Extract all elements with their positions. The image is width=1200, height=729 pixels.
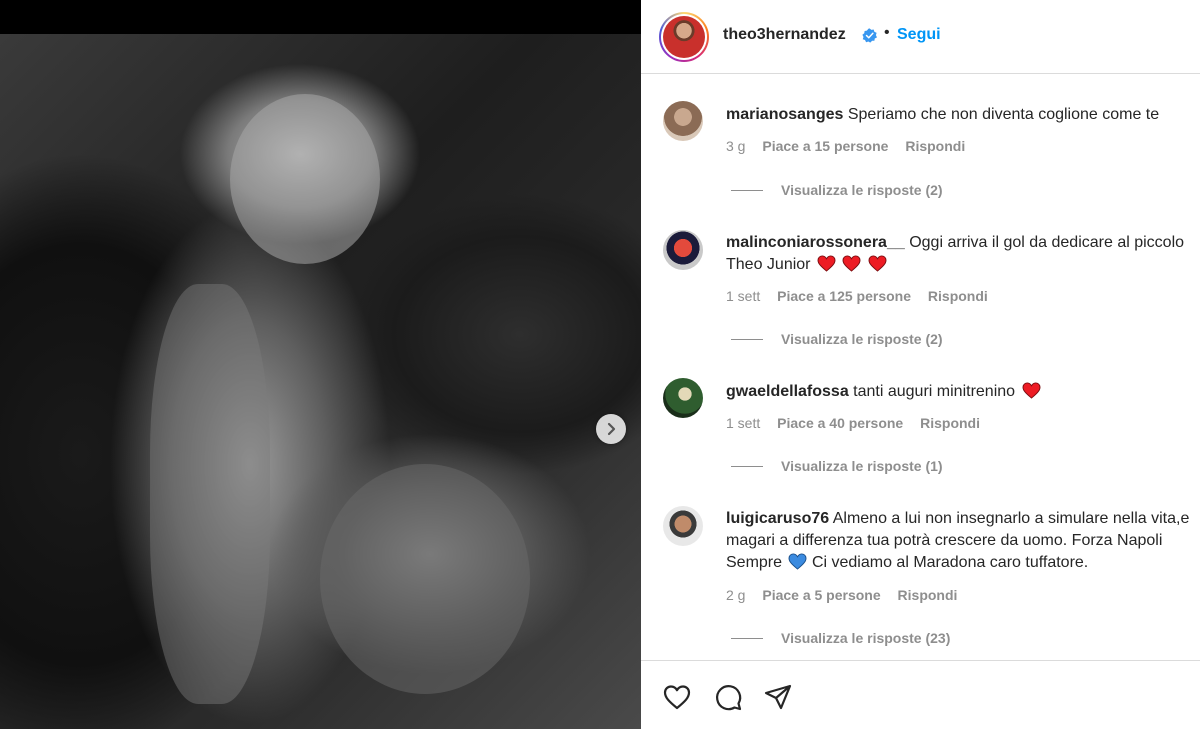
- view-replies-button[interactable]: Visualizza le risposte (2): [731, 331, 943, 347]
- divider-line: [731, 637, 763, 639]
- comment-text: tanti auguri minitrenino: [853, 383, 1016, 400]
- comment-likes[interactable]: Piace a 40 persone: [777, 415, 903, 431]
- comment-meta: 1 sett Piace a 40 persone Rispondi: [726, 415, 993, 431]
- post-media: [0, 0, 641, 729]
- comment-text-block: malinconiarossonera__ Oggi arriva il gol…: [726, 232, 1200, 276]
- photo-head-shape: [320, 464, 530, 694]
- comment-meta: 1 sett Piace a 125 persone Rispondi: [726, 288, 1001, 304]
- reply-button[interactable]: Rispondi: [905, 138, 965, 154]
- follow-button[interactable]: Segui: [897, 26, 941, 44]
- view-replies-button[interactable]: Visualizza le risposte (1): [731, 458, 943, 474]
- divider-line: [731, 189, 763, 191]
- comment-time: 1 sett: [726, 288, 761, 304]
- comment-username[interactable]: gwaeldellafossa: [726, 383, 849, 400]
- post-actions-bar: [641, 660, 1200, 729]
- divider-line: [731, 465, 763, 467]
- view-replies-label: Visualizza le risposte (23): [781, 630, 951, 646]
- reply-button[interactable]: Rispondi: [928, 288, 988, 304]
- comment-bubble-icon[interactable]: [713, 682, 743, 712]
- comment-likes[interactable]: Piace a 5 persone: [762, 587, 880, 603]
- author-username[interactable]: theo3hernandez: [723, 26, 846, 44]
- comment-likes[interactable]: Piace a 15 persone: [762, 138, 888, 154]
- heart-outline-icon[interactable]: [662, 682, 692, 712]
- commenter-avatar[interactable]: [663, 378, 703, 418]
- divider-line: [731, 338, 763, 340]
- commenter-avatar[interactable]: [663, 506, 703, 546]
- post-photo: [0, 34, 641, 729]
- comment-username[interactable]: marianosanges: [726, 106, 843, 123]
- comment-text-continued: Ci vediamo al Maradona caro tuffatore.: [811, 554, 1089, 571]
- verified-badge-icon: [862, 28, 877, 43]
- author-avatar[interactable]: [659, 12, 709, 62]
- commenter-avatar[interactable]: [663, 230, 703, 270]
- comment-meta: 2 g Piace a 5 persone Rispondi: [726, 587, 970, 603]
- view-replies-button[interactable]: Visualizza le risposte (2): [731, 182, 943, 198]
- comment-text-block: gwaeldellafossa tanti auguri minitrenino: [726, 381, 1200, 403]
- comment-text: Speriamo che non diventa coglione come t…: [847, 106, 1160, 123]
- view-replies-label: Visualizza le risposte (2): [781, 182, 943, 198]
- header-separator: •: [884, 24, 890, 41]
- comment-likes[interactable]: Piace a 125 persone: [777, 288, 911, 304]
- chevron-right-icon: [607, 422, 616, 436]
- comment-username[interactable]: luigicaruso76: [726, 510, 829, 527]
- comment-time: 2 g: [726, 587, 746, 603]
- photo-arm-shape: [150, 284, 270, 704]
- author-avatar-image: [663, 16, 705, 58]
- comment-text-block: luigicaruso76 Almeno a lui non insegnarl…: [726, 508, 1200, 574]
- red-heart-emoji: [815, 255, 887, 273]
- commenter-avatar[interactable]: [663, 101, 703, 141]
- comment-text-block: marianosanges Speriamo che non diventa c…: [726, 104, 1200, 126]
- paper-plane-icon[interactable]: [763, 682, 793, 712]
- red-heart-emoji: [1022, 382, 1040, 399]
- reply-button[interactable]: Rispondi: [898, 587, 958, 603]
- post-header: theo3hernandez • Segui: [641, 0, 1200, 74]
- comments-list: marianosanges Speriamo che non diventa c…: [641, 75, 1200, 660]
- view-replies-button[interactable]: Visualizza le risposte (23): [731, 630, 950, 646]
- photo-baby-shape: [230, 94, 380, 264]
- view-replies-label: Visualizza le risposte (2): [781, 331, 943, 347]
- post-side-panel: theo3hernandez • Segui marianosanges Spe…: [641, 0, 1200, 729]
- comment-time: 3 g: [726, 138, 746, 154]
- next-image-button[interactable]: [596, 414, 626, 444]
- comment-meta: 3 g Piace a 15 persone Rispondi: [726, 138, 978, 154]
- comment-time: 1 sett: [726, 415, 761, 431]
- comment-username[interactable]: malinconiarossonera__: [726, 234, 905, 251]
- reply-button[interactable]: Rispondi: [920, 415, 980, 431]
- blue-heart-emoji: [789, 553, 807, 570]
- view-replies-label: Visualizza le risposte (1): [781, 458, 943, 474]
